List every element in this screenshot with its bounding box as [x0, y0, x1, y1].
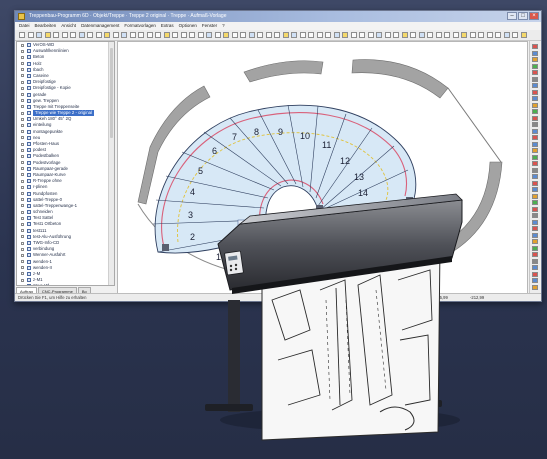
panel-button[interactable]: [234, 267, 238, 271]
plotter-leg: [228, 300, 240, 412]
panel-button[interactable]: [229, 264, 233, 268]
panel-button[interactable]: [229, 268, 233, 272]
plotter-illustration: [205, 193, 463, 441]
plotter-foot: [205, 404, 253, 411]
panel-button[interactable]: [234, 263, 238, 267]
control-panel[interactable]: [224, 250, 244, 276]
